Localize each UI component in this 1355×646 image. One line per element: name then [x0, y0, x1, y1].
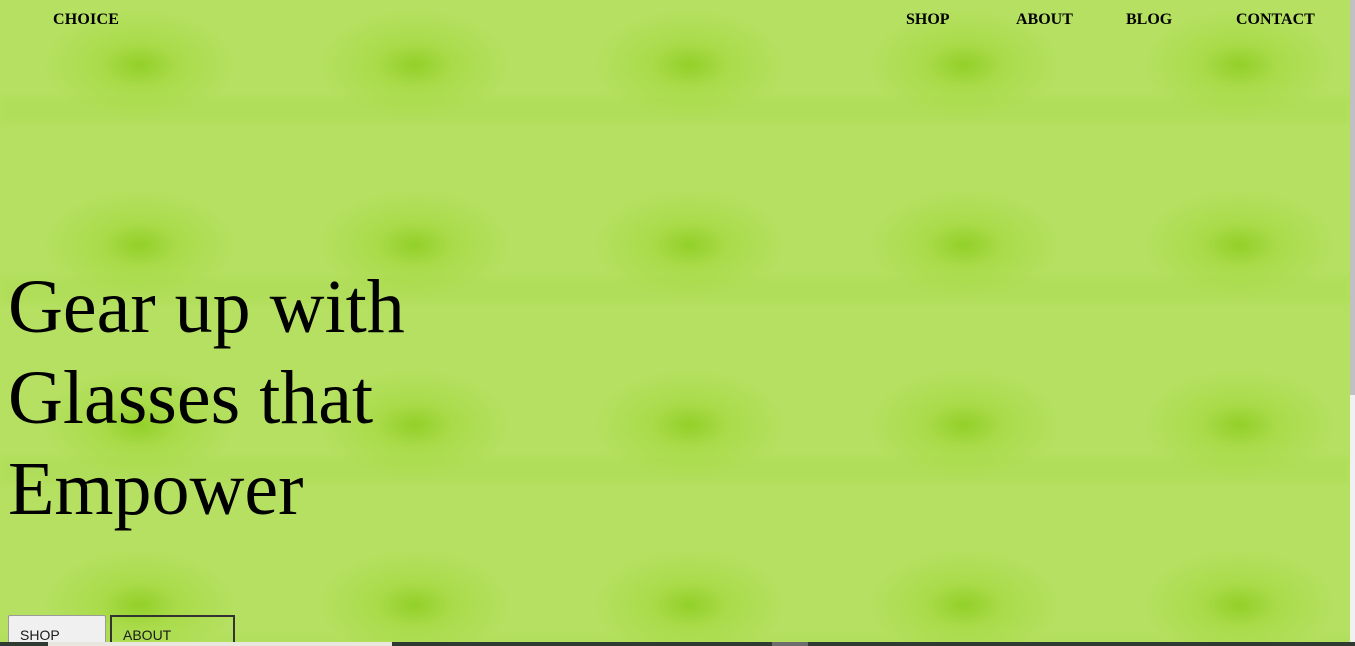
bottom-edge-segment	[772, 642, 808, 646]
hero-headline: Gear up with Glasses that Empower	[8, 262, 528, 535]
hero-headline-line-2: Glasses that	[8, 356, 374, 440]
nav-link-blog[interactable]: BLOG	[1126, 11, 1172, 29]
nav-link-about[interactable]: ABOUT	[1016, 11, 1073, 29]
bottom-edge-segment	[48, 642, 392, 646]
hero-headline-line-1: Gear up with	[8, 265, 405, 349]
scrollbar-thumb[interactable]	[1350, 0, 1355, 395]
brand-logo[interactable]: CHOICE	[53, 11, 119, 29]
nav-link-shop[interactable]: SHOP	[906, 11, 950, 29]
hero-headline-line-3: Empower	[8, 447, 304, 531]
nav-link-contact[interactable]: CONTACT	[1236, 11, 1315, 29]
vertical-scrollbar[interactable]	[1350, 0, 1355, 642]
